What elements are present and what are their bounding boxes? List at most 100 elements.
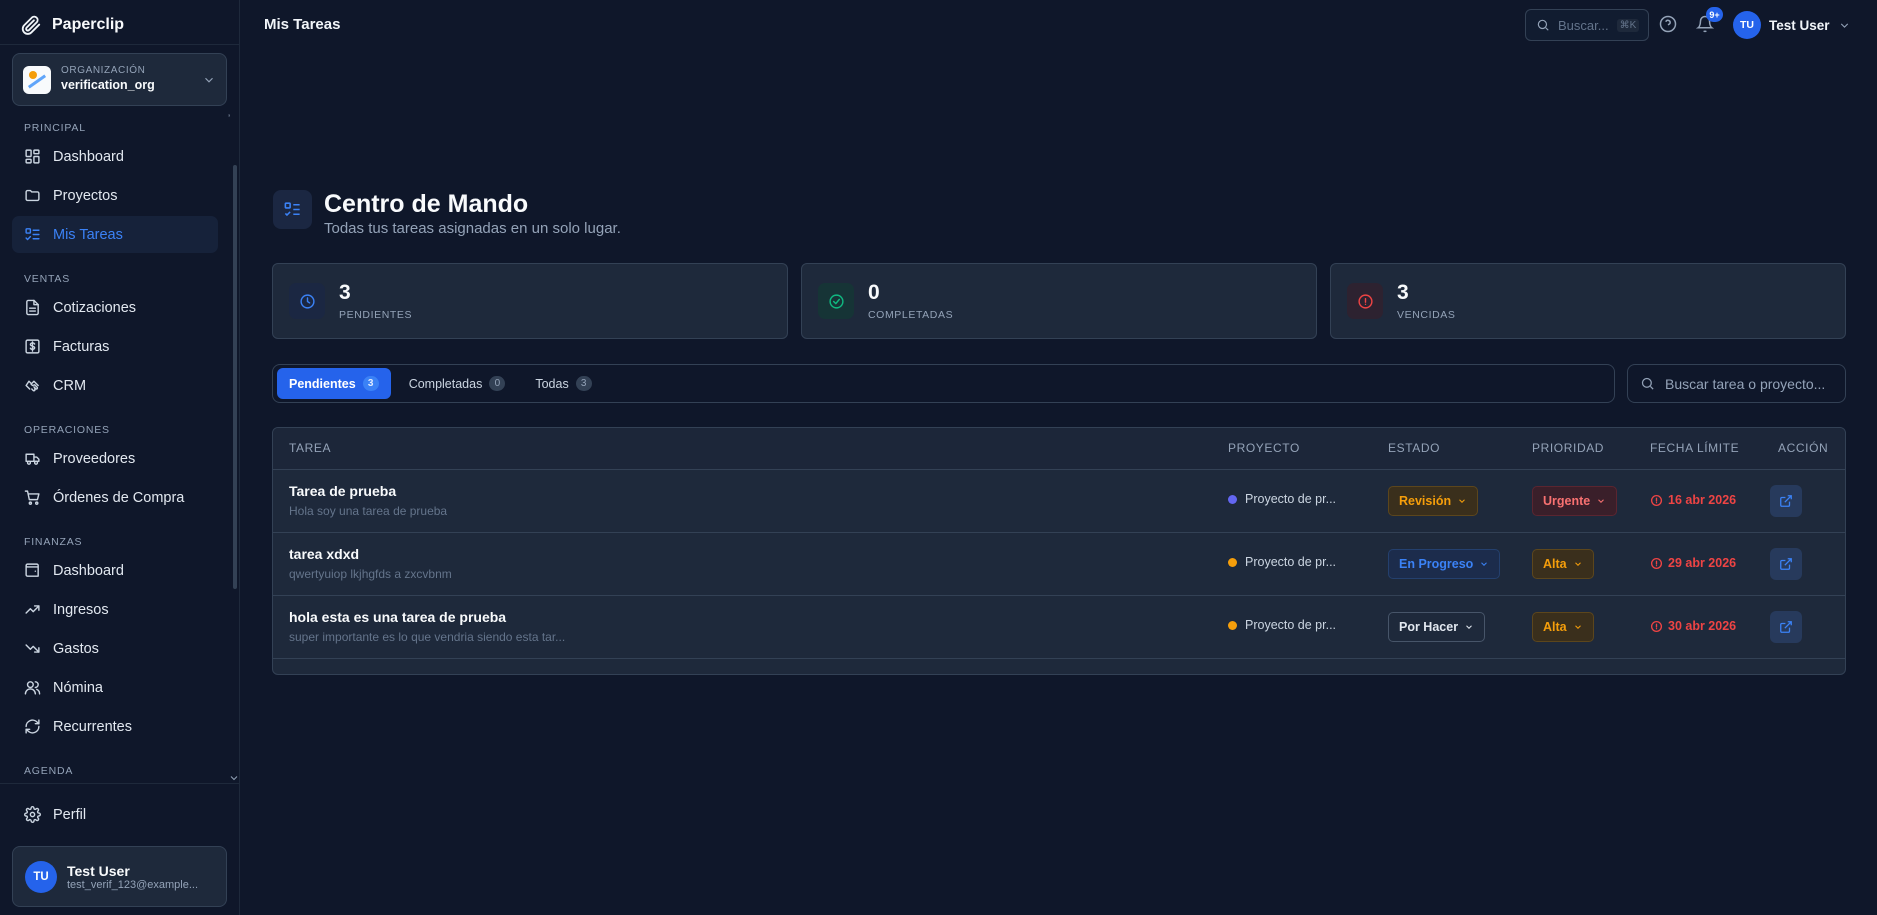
tab-completadas[interactable]: Completadas 0 bbox=[397, 368, 518, 399]
state-dropdown[interactable]: Por Hacer bbox=[1388, 612, 1486, 642]
project-name: Proyecto de pr... bbox=[1245, 555, 1337, 569]
folder-icon bbox=[24, 187, 41, 204]
due-date-value: 30 abr 2026 bbox=[1668, 619, 1737, 633]
global-search-placeholder: Buscar... bbox=[1558, 17, 1609, 33]
avatar: TU bbox=[25, 860, 57, 893]
wallet-icon bbox=[24, 562, 41, 579]
alert-circle-icon bbox=[1650, 494, 1663, 507]
task-name[interactable]: tarea xdxd bbox=[289, 546, 359, 562]
user-card[interactable]: TU Test User test_verif_123@example... bbox=[12, 846, 227, 907]
help-icon[interactable] bbox=[1659, 15, 1677, 33]
page-title: Centro de Mando bbox=[324, 190, 529, 218]
open-task-button[interactable] bbox=[1770, 485, 1802, 517]
chevron-down-icon bbox=[202, 73, 216, 87]
sidebar-item-dashboard[interactable]: Dashboard bbox=[12, 552, 218, 589]
priority-dropdown[interactable]: Alta bbox=[1532, 612, 1594, 642]
sidebar-item-proyectos[interactable]: Proyectos bbox=[12, 177, 218, 214]
check-circle-icon bbox=[818, 283, 854, 319]
state-dropdown[interactable]: Revisión bbox=[1388, 486, 1479, 516]
topbar: Mis Tareas Buscar... ⌘K 9+ TU Test User bbox=[240, 0, 1877, 50]
state-dropdown[interactable]: En Progreso bbox=[1388, 549, 1501, 579]
table-row[interactable]: Tarea de prueba Hola soy una tarea de pr… bbox=[273, 470, 1845, 533]
sidebar-item-label: Facturas bbox=[53, 338, 110, 355]
tab-todas[interactable]: Todas 3 bbox=[523, 368, 603, 399]
task-tabs: Pendientes 3 Completadas 0 Todas 3 bbox=[272, 364, 1615, 403]
avatar: TU bbox=[1733, 11, 1761, 39]
due-date-value: 16 abr 2026 bbox=[1668, 493, 1737, 507]
tab-count-badge: 3 bbox=[575, 376, 592, 391]
state-value: Revisión bbox=[1399, 494, 1452, 508]
paperclip-icon bbox=[20, 14, 42, 36]
sidebar-item-órdenes-de-compra[interactable]: Órdenes de Compra bbox=[12, 479, 218, 516]
tab-label: Todas bbox=[535, 376, 569, 391]
chevron-down-icon bbox=[1838, 19, 1851, 32]
search-icon bbox=[1640, 376, 1655, 391]
notification-badge: 9+ bbox=[1706, 7, 1723, 22]
org-switcher[interactable]: ORGANIZACIÓN verification_org bbox=[12, 53, 227, 106]
priority-dropdown[interactable]: Alta bbox=[1532, 549, 1594, 579]
global-search[interactable]: Buscar... ⌘K bbox=[1525, 9, 1649, 41]
tab-label: Completadas bbox=[408, 376, 483, 391]
priority-value: Alta bbox=[1543, 557, 1567, 571]
refresh-icon bbox=[24, 718, 41, 735]
stat-value: 3 bbox=[1397, 281, 1409, 304]
external-link-icon bbox=[1779, 557, 1793, 571]
stat-label: PENDIENTES bbox=[339, 309, 413, 321]
page-breadcrumb: Mis Tareas bbox=[264, 16, 341, 33]
column-header-state[interactable]: ESTADO bbox=[1388, 441, 1440, 455]
sidebar-item-label: Proyectos bbox=[53, 187, 118, 204]
column-header-project[interactable]: PROYECTO bbox=[1228, 441, 1300, 455]
sidebar-item-gastos[interactable]: Gastos bbox=[12, 630, 218, 667]
alert-circle-icon bbox=[1347, 283, 1383, 319]
sidebar-item-ingresos[interactable]: Ingresos bbox=[12, 591, 218, 628]
stats-row: 3 PENDIENTES 0 COMPLETADAS 3 VENCIDAS bbox=[272, 263, 1846, 339]
sidebar-item-recurrentes[interactable]: Recurrentes bbox=[12, 708, 218, 745]
table-row[interactable]: tarea xdxd qwertyuiop lkjhgfds a zxcvbnm… bbox=[273, 533, 1845, 596]
tab-pendientes[interactable]: Pendientes 3 bbox=[277, 368, 391, 399]
sidebar-item-perfil[interactable]: Perfil bbox=[12, 796, 218, 833]
sidebar-item-label: Órdenes de Compra bbox=[53, 489, 185, 506]
task-name[interactable]: Tarea de prueba bbox=[289, 483, 396, 499]
sidebar-section-title: OPERACIONES bbox=[24, 424, 110, 436]
task-project[interactable]: Proyecto de pr... bbox=[1228, 555, 1336, 569]
project-color-dot bbox=[1228, 620, 1237, 630]
task-project[interactable]: Proyecto de pr... bbox=[1228, 492, 1336, 506]
user-name: Test User bbox=[1769, 17, 1830, 33]
page-subtitle: Todas tus tareas asignadas en un solo lu… bbox=[324, 220, 621, 237]
table-body: Tarea de prueba Hola soy una tarea de pr… bbox=[273, 470, 1845, 659]
sidebar-section-title: FINANZAS bbox=[24, 536, 83, 548]
column-header-action: ACCIÓN bbox=[1778, 441, 1829, 455]
column-header-task[interactable]: TAREA bbox=[289, 441, 331, 455]
state-value: En Progreso bbox=[1399, 557, 1474, 571]
column-header-priority[interactable]: PRIORIDAD bbox=[1532, 441, 1604, 455]
sidebar-item-dashboard[interactable]: Dashboard bbox=[12, 138, 218, 175]
task-search-input[interactable] bbox=[1665, 375, 1835, 392]
open-task-button[interactable] bbox=[1770, 611, 1802, 643]
sidebar-item-mis-tareas[interactable]: Mis Tareas bbox=[12, 216, 218, 253]
sidebar-nav: PRINCIPAL Dashboard Proyectos Mis Tareas… bbox=[0, 118, 240, 782]
sidebar-item-proveedores[interactable]: Proveedores bbox=[12, 440, 218, 477]
alert-circle-icon bbox=[1650, 620, 1663, 633]
task-description: Hola soy una tarea de prueba bbox=[289, 504, 448, 518]
sidebar-item-nómina[interactable]: Nómina bbox=[12, 669, 218, 706]
priority-dropdown[interactable]: Urgente bbox=[1532, 486, 1618, 516]
user-menu[interactable]: TU Test User bbox=[1733, 11, 1851, 39]
external-link-icon bbox=[1779, 494, 1793, 508]
sidebar-item-cotizaciones[interactable]: Cotizaciones bbox=[12, 289, 218, 326]
sidebar-section-title: PRINCIPAL bbox=[24, 122, 86, 134]
sidebar-item-crm[interactable]: CRM bbox=[12, 367, 218, 404]
sidebar-item-label: Perfil bbox=[53, 806, 87, 823]
sidebar-scrollbar[interactable] bbox=[233, 165, 237, 589]
app-logo[interactable]: Paperclip bbox=[20, 14, 124, 36]
column-header-due[interactable]: FECHA LÍMITE bbox=[1650, 441, 1739, 455]
task-search[interactable] bbox=[1627, 364, 1846, 403]
sidebar-item-label: Dashboard bbox=[53, 562, 124, 579]
user-email: test_verif_123@example... bbox=[67, 878, 199, 891]
open-task-button[interactable] bbox=[1770, 548, 1802, 580]
search-icon bbox=[1536, 18, 1550, 32]
task-name[interactable]: hola esta es una tarea de prueba bbox=[289, 609, 506, 625]
project-name: Proyecto de pr... bbox=[1245, 492, 1337, 506]
sidebar-item-facturas[interactable]: Facturas bbox=[12, 328, 218, 365]
table-row[interactable]: hola esta es una tarea de prueba super i… bbox=[273, 596, 1845, 659]
task-project[interactable]: Proyecto de pr... bbox=[1228, 618, 1336, 632]
